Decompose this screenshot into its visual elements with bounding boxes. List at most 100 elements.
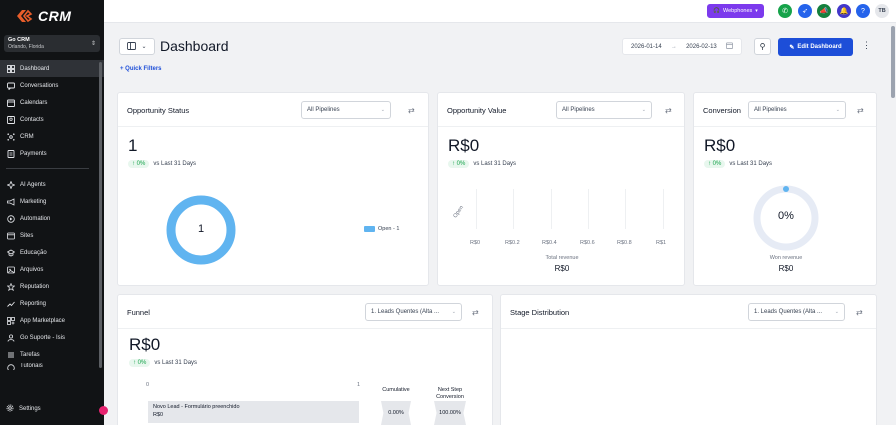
sidebar-item-automation[interactable]: Automation — [0, 210, 104, 227]
sidebar-scrollbar[interactable] — [99, 62, 102, 368]
notifications-button[interactable]: 🔔 — [837, 4, 851, 18]
notification-dot[interactable] — [99, 406, 108, 415]
sidebar-item-label: Dashboard — [20, 65, 50, 72]
sidebar-item-sites[interactable]: Sites — [0, 227, 104, 244]
metric-value: R$0 — [448, 136, 480, 155]
sidebar-item-label: App Marketplace — [20, 317, 66, 324]
brand-logo[interactable]: CRM — [14, 8, 71, 24]
sidebar-item-go-suporte[interactable]: Go Suporte - Isis — [0, 329, 104, 346]
delta-text: vs Last 31 Days — [729, 161, 773, 167]
sidebar-item-label: AI Agents — [20, 181, 46, 188]
sidebar-item-educacao[interactable]: Educação — [0, 244, 104, 261]
sidebar-item-label: Reporting — [20, 300, 47, 307]
sidebar-item-ai-agents[interactable]: AI Agents — [0, 176, 104, 193]
pipeline-select[interactable]: All Pipelines ⌄ — [748, 101, 846, 119]
pipeline-select[interactable]: 1. Leads Quentes (Alta ... ⌄ — [365, 303, 462, 321]
announcements-button[interactable]: 📣 — [817, 4, 831, 18]
sidebar-item-app-marketplace[interactable]: App Marketplace — [0, 312, 104, 329]
logo-text: CRM — [38, 8, 72, 24]
swap-icon[interactable]: ⇄ — [408, 106, 415, 115]
avatar[interactable]: TB — [875, 4, 889, 18]
swap-icon[interactable]: ⇄ — [857, 106, 864, 115]
account-location: Orlando, Florida — [8, 43, 44, 50]
total-revenue-value: R$0 — [554, 264, 570, 273]
sidebar-item-calendars[interactable]: Calendars — [0, 94, 104, 111]
card-title: Conversion — [703, 106, 741, 115]
sidebar-item-conversations[interactable]: Conversations — [0, 77, 104, 94]
sidebar-item-crm[interactable]: CRM — [0, 128, 104, 145]
sidebar-item-settings[interactable]: Settings — [6, 404, 41, 414]
sidebar-item-reputation[interactable]: Reputation — [0, 278, 104, 295]
legend-swatch — [364, 226, 375, 232]
settings-label: Settings — [19, 406, 41, 412]
contacts-icon — [6, 115, 15, 124]
account-switcher[interactable]: Go CRM Orlando, Florida ⇕ — [4, 35, 100, 52]
help-button[interactable]: ? — [856, 4, 870, 18]
pin-button[interactable]: ⚲ — [754, 38, 771, 55]
avatar-initials: TB — [878, 8, 886, 14]
date-end: 2026-02-13 — [686, 43, 717, 50]
sidebar-nav: Dashboard Conversations Calendars Contac… — [0, 60, 104, 162]
x-tick-label: R$0.4 — [542, 240, 557, 246]
more-options-icon[interactable]: ⋮ — [862, 40, 871, 51]
support-icon — [6, 333, 15, 342]
marketplace-icon — [6, 316, 15, 325]
pipeline-select[interactable]: All Pipelines ⌄ — [301, 101, 391, 119]
gridline — [625, 189, 626, 229]
phone-call-button[interactable]: ✆ — [778, 4, 792, 18]
quick-filters-label: Quick Filters — [125, 66, 162, 72]
sidebar-item-arquivos[interactable]: Arquivos — [0, 261, 104, 278]
metric-value: R$0 — [704, 136, 736, 155]
help-icon: ? — [861, 7, 865, 15]
delta-badge: ↑ 0% — [448, 160, 470, 168]
chevron-down-icon: ⌄ — [380, 107, 385, 113]
account-name: Go CRM — [8, 36, 30, 43]
swap-icon[interactable]: ⇄ — [472, 308, 479, 317]
tasks-icon — [6, 350, 15, 359]
top-bar: 🎧 Webphones ▾ ✆ ➶ 📣 🔔 ? TB — [104, 0, 896, 23]
sidebar-item-contacts[interactable]: Contacts — [0, 111, 104, 128]
chart-legend: Open - 1 — [364, 226, 399, 232]
sidebar-item-dashboard[interactable]: Dashboard — [0, 60, 104, 77]
sidebar-item-tarefas[interactable]: Tarefas — [0, 346, 104, 363]
sidebar-item-label: Automation — [20, 215, 51, 222]
sidebar-item-payments[interactable]: Payments — [0, 145, 104, 162]
star-icon — [6, 282, 15, 291]
gridline — [588, 189, 589, 229]
next-step-header: Next Step Conversion — [436, 387, 464, 400]
cumulative-value: 0.00% — [381, 401, 411, 425]
stage-distribution-card: Stage Distribution 1. Leads Quentes (Alt… — [500, 294, 877, 425]
swap-icon[interactable]: ⇄ — [665, 106, 672, 115]
gear-icon — [6, 404, 14, 414]
delta-badge: ↑ 0% — [128, 160, 150, 168]
gridline — [551, 189, 552, 229]
won-revenue-label: Won revenue — [769, 255, 803, 261]
total-revenue-label: Total revenue — [545, 255, 579, 261]
pipeline-select-value: 1. Leads Quentes (Alta ... — [371, 309, 440, 315]
webphones-label: Webphones — [723, 8, 753, 14]
date-range-picker[interactable]: 2026-01-14 → 2026-02-13 — [622, 38, 742, 55]
crm-icon — [6, 132, 15, 141]
launchpad-button[interactable]: ➶ — [798, 4, 812, 18]
sidebar-item-label: Tarefas — [20, 351, 40, 358]
card-header: Funnel 1. Leads Quentes (Alta ... ⌄ ⇄ — [118, 295, 492, 329]
layout-toggle-button[interactable]: ⌄ — [119, 38, 155, 55]
sidebar-item-marketing[interactable]: Marketing — [0, 193, 104, 210]
main-scrollbar[interactable] — [891, 26, 895, 98]
funnel-axis-max: 1 — [357, 382, 361, 388]
sidebar-item-label: Go Suporte - Isis — [20, 334, 66, 341]
pipeline-select[interactable]: 1. Leads Quentes (Alta ... ⌄ — [748, 303, 845, 321]
swap-icon[interactable]: ⇄ — [856, 308, 863, 317]
webphones-button[interactable]: 🎧 Webphones ▾ — [707, 4, 764, 18]
funnel-stage-value: R$0 — [153, 412, 164, 418]
metric-delta: ↑ 0% vs Last 31 Days — [129, 359, 197, 367]
pipeline-select[interactable]: All Pipelines ⌄ — [556, 101, 652, 119]
delta-text: vs Last 31 Days — [154, 360, 198, 366]
payments-icon — [6, 149, 15, 158]
edit-dashboard-button[interactable]: ✎ Edit Dashboard — [778, 38, 853, 56]
sidebar-item-reporting[interactable]: Reporting — [0, 295, 104, 312]
sidebar-item-tutoriais[interactable]: Tutoriais — [0, 363, 104, 370]
globe-icon — [6, 231, 15, 240]
gauge-indicator — [783, 186, 789, 192]
quick-filters-button[interactable]: + Quick Filters — [120, 66, 162, 72]
